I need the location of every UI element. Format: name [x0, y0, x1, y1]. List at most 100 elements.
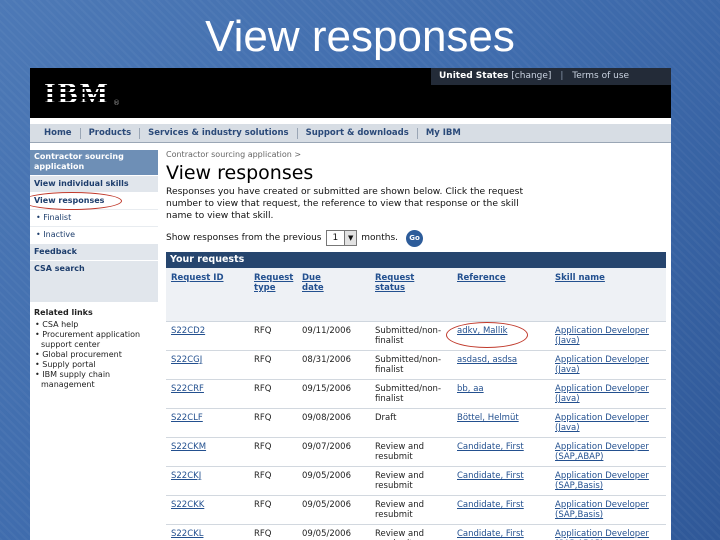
table-row: S22CGJ RFQ 08/31/2006 Submitted/non-finalis… [166, 351, 666, 380]
cell-request-status: Submitted/non-finalist [375, 355, 442, 375]
table-row: S22CKK RFQ 09/05/2006 Review and resubmit Ca… [166, 496, 666, 525]
cell-skill-name[interactable]: Application Developer (Java) [555, 413, 665, 433]
cell-request-status: Review and resubmit [375, 529, 425, 540]
col-skill-name[interactable]: Skill name [555, 273, 605, 283]
cell-request-status: Submitted/non-finalist [375, 326, 442, 346]
months-select[interactable]: 1 ▼ [325, 230, 358, 246]
change-country-link[interactable]: [change] [511, 71, 551, 81]
related-links: Related links • CSA help • Procurement a… [34, 308, 144, 390]
left-nav-inactive-label: Inactive [43, 230, 76, 239]
cell-request-type: RFQ [254, 326, 272, 336]
reference-highlight-oval [446, 322, 528, 348]
cell-reference[interactable]: bb, aa [457, 384, 552, 394]
cell-skill-name[interactable]: Application Developer (SAP,Basis) [555, 471, 665, 491]
terms-of-use-link[interactable]: Terms of use [572, 71, 629, 81]
cell-reference[interactable]: Böttel, Helmüt [457, 413, 552, 423]
nav-services[interactable]: Services & industry solutions [140, 127, 298, 139]
table-row: S22CRF RFQ 09/15/2006 Submitted/non-finalis… [166, 380, 666, 409]
cell-due-date: 09/07/2006 [302, 442, 351, 452]
cell-request-type: RFQ [254, 442, 272, 452]
filter-label-before: Show responses from the previous [166, 233, 322, 243]
cell-request-id[interactable]: S22CKK [171, 500, 251, 510]
go-button[interactable]: Go [406, 229, 423, 247]
table-row: S22CKM RFQ 09/07/2006 Review and resubmit Ca… [166, 438, 666, 467]
col-due-date[interactable]: Due date [302, 273, 337, 293]
cell-due-date: 08/31/2006 [302, 355, 351, 365]
cell-skill-name[interactable]: Application Developer (SAP,ABAP) [555, 442, 665, 462]
months-filter: Show responses from the previous 1 ▼ mon… [166, 228, 666, 248]
breadcrumb[interactable]: Contractor sourcing application > [166, 150, 666, 162]
related-link-global-procurement[interactable]: • Global procurement [34, 350, 144, 360]
cell-skill-name[interactable]: Application Developer (SAP,Basis) [555, 500, 665, 520]
country-label: United States [439, 71, 509, 81]
table-row: S22CD2 RFQ 09/11/2006 Submitted/non-finalis… [166, 322, 666, 351]
chevron-down-icon: ▼ [344, 231, 357, 245]
nav-my-ibm[interactable]: My IBM [418, 128, 469, 139]
cell-request-id[interactable]: S22CKJ [171, 471, 251, 481]
left-nav-view-skills[interactable]: View individual skills [30, 175, 158, 192]
page-title: View responses [166, 162, 314, 184]
cell-skill-name[interactable]: Application Developer (Java) [555, 355, 665, 375]
intro-text: Responses you have created or submitted … [166, 186, 524, 221]
cell-reference[interactable]: Candidate, First [457, 529, 552, 539]
cell-request-id[interactable]: S22CKL [171, 529, 251, 539]
ibm-logo[interactable]: IBM ® [44, 79, 120, 109]
cell-reference[interactable]: Candidate, First [457, 500, 552, 510]
related-link-label: Procurement application support center [41, 330, 141, 349]
cell-due-date: 09/08/2006 [302, 413, 351, 423]
nav-products[interactable]: Products [81, 127, 141, 139]
cell-request-status: Review and resubmit [375, 442, 425, 462]
col-request-id[interactable]: Request ID [171, 273, 231, 283]
related-link-supply-chain[interactable]: • IBM supply chain management [34, 370, 144, 390]
cell-request-type: RFQ [254, 471, 272, 481]
related-link-csa-help[interactable]: • CSA help [34, 320, 144, 330]
cell-request-type: RFQ [254, 355, 272, 365]
cell-request-status: Review and resubmit [375, 500, 425, 520]
col-request-type[interactable]: Request type [254, 273, 299, 293]
cell-skill-name[interactable]: Application Developer (Java) [555, 384, 665, 404]
slide-title: View responses [205, 12, 515, 61]
cell-request-id[interactable]: S22CLF [171, 413, 251, 423]
cell-reference[interactable]: Candidate, First [457, 471, 552, 481]
cell-request-id[interactable]: S22CRF [171, 384, 251, 394]
table-row: S22CKJ RFQ 09/05/2006 Review and resubmit Ca… [166, 467, 666, 496]
left-nav-inactive[interactable]: • Inactive [30, 226, 158, 243]
col-reference[interactable]: Reference [457, 273, 506, 283]
cell-due-date: 09/15/2006 [302, 384, 351, 394]
masthead-separator: | [560, 71, 564, 81]
table-row: S22CKLRFQ 09/05/2006 Review and resubmit Ca… [166, 525, 666, 540]
cell-request-id[interactable]: S22CKM [171, 442, 251, 452]
left-nav-finalist-label: Finalist [43, 213, 72, 222]
masthead: IBM ® United States [change] | Terms of … [30, 68, 671, 118]
related-link-supply-portal[interactable]: • Supply portal [34, 360, 144, 370]
logo-text: IBM [44, 77, 110, 110]
cell-due-date: 09/05/2006 [302, 471, 351, 481]
left-nav-finalist[interactable]: • Finalist [30, 209, 158, 226]
cell-due-date: 09/05/2006 [302, 500, 351, 510]
nav-home[interactable]: Home [30, 127, 81, 139]
cell-request-type: RFQ [254, 384, 272, 394]
col-request-status[interactable]: Request status [375, 273, 435, 293]
cell-request-id[interactable]: S22CGJ [171, 355, 251, 365]
cell-reference[interactable]: Candidate, First [457, 442, 552, 452]
related-link-procurement[interactable]: • Procurement application support center [34, 330, 144, 350]
left-nav-csa-search[interactable]: CSA search [30, 260, 158, 277]
top-nav: Home Products Services & industry soluti… [30, 124, 671, 143]
cell-request-id[interactable]: S22CD2 [171, 326, 251, 336]
cell-reference[interactable]: asdasd, asdsa [457, 355, 552, 365]
left-nav-spacer [30, 277, 158, 302]
masthead-links: United States [change] | Terms of use [431, 68, 671, 85]
cell-skill-name[interactable]: Application Developer (SAP,ABAP) [555, 529, 665, 540]
cell-request-status: Submitted/non-finalist [375, 384, 442, 404]
cell-skill-name[interactable]: Application Developer (Java) [555, 326, 665, 346]
cell-request-status: Review and resubmit [375, 471, 425, 491]
related-link-label: IBM supply chain management [41, 370, 111, 389]
table-row: S22CLF RFQ 09/08/2006 Draft Böttel, Helmüt Ap… [166, 409, 666, 438]
nav-support[interactable]: Support & downloads [298, 127, 418, 139]
left-nav-header[interactable]: Contractor sourcing application [30, 150, 158, 175]
related-link-label: Supply portal [42, 360, 96, 369]
cell-due-date: 09/11/2006 [302, 326, 351, 336]
registered-mark: ® [113, 99, 120, 107]
left-nav-feedback[interactable]: Feedback [30, 243, 158, 260]
filter-label-after: months. [361, 233, 398, 243]
